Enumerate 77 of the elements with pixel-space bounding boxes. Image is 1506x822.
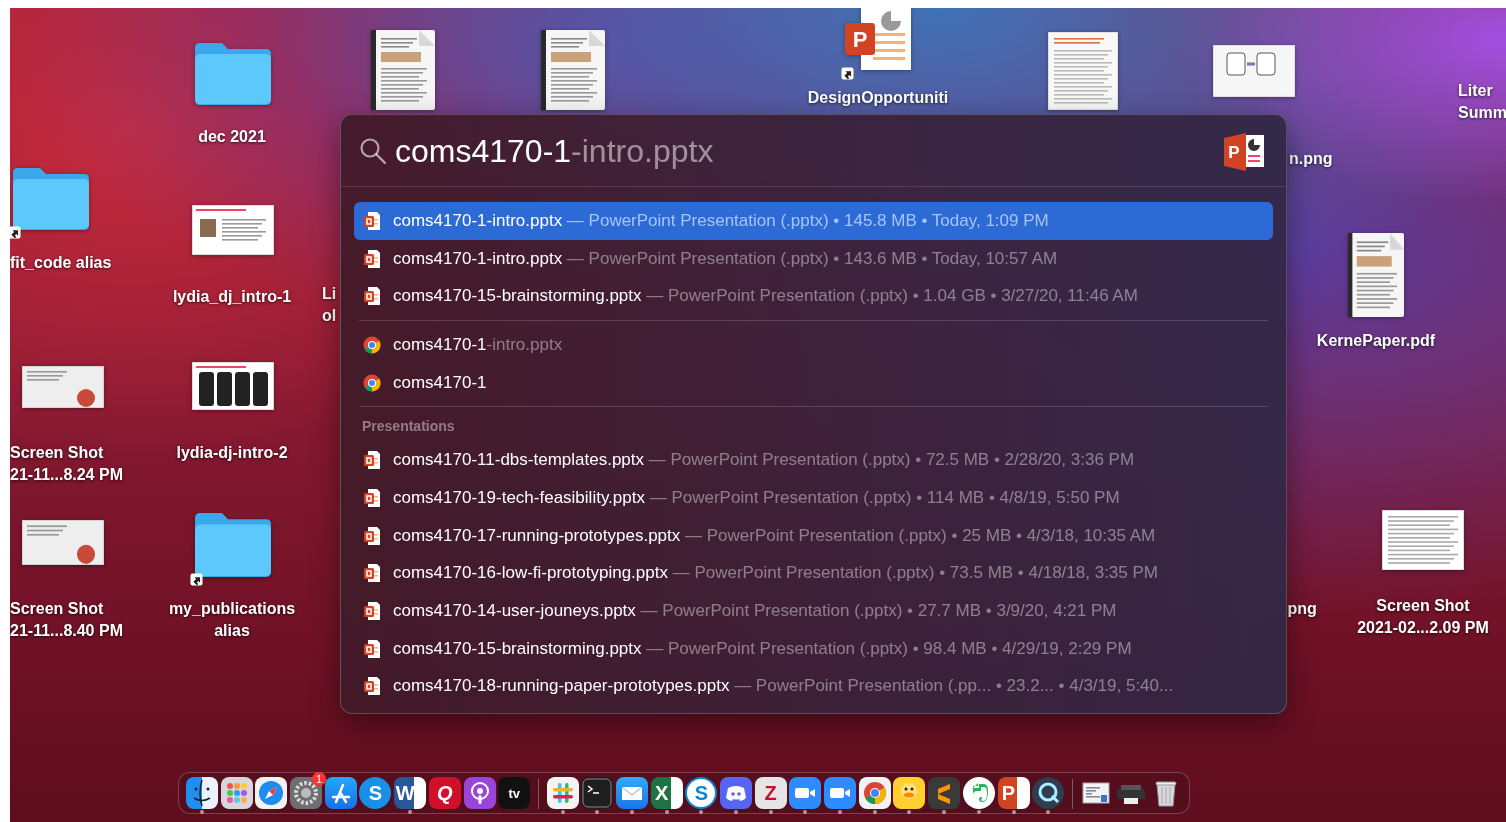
app-store-icon[interactable]: [324, 777, 357, 809]
presentation-file-icon: [363, 450, 381, 471]
browser-icon: [363, 334, 381, 355]
video-camera-icon[interactable]: [789, 777, 822, 809]
hash-icon[interactable]: [546, 777, 579, 809]
icon-label: KernePaper.pdf: [1315, 331, 1437, 351]
search-result[interactable]: coms4170-19-tech-feasibility.pptx — PowerPoint Presentation (.pptx) • 114 MB • 4/8/19, 5:50 PM: [354, 479, 1273, 517]
search-result[interactable]: coms4170-16-low-fi-prototyping.pptx — PowerPoint Presentation (.pptx) • 73.5 MB • 4/18/18, 3:35 PM: [354, 554, 1273, 593]
search-result[interactable]: coms4170-14-user-jouneys.pptx — PowerPoint Presentation (.pptx) • 27.7 MB • 3/9/20, 4:21 PM: [354, 592, 1273, 630]
folder-icon[interactable]: [192, 40, 274, 106]
document-thumbnail[interactable]: [541, 30, 605, 110]
podcast-icon[interactable]: [463, 777, 496, 809]
search-result[interactable]: coms4170-15-brainstorming.pptx — PowerPoint Presentation (.pptx) • 1.04 GB • 3/27/20, 11:46 AM: [354, 277, 1273, 316]
letter-q-icon[interactable]: Q: [428, 777, 461, 809]
p-presentation-icon[interactable]: P: [997, 777, 1030, 809]
icon-label: Screen Shot 2021-02...2.09 PM: [1356, 596, 1490, 638]
folder-icon[interactable]: [192, 510, 274, 578]
terminal-icon[interactable]: [581, 777, 614, 809]
presentation-file-icon: [363, 601, 381, 622]
icon-label: DesignOpportuniti: [806, 88, 950, 108]
screenshot-thumbnail[interactable]: [1382, 510, 1464, 570]
diagram-thumbnail[interactable]: [1213, 45, 1295, 97]
search-result[interactable]: coms4170-11-dbs-templates.pptx — PowerPoint Presentation (.pptx) • 72.5 MB • 2/28/20, 3:36 PM: [354, 441, 1273, 480]
slide-thumbnail[interactable]: [192, 362, 274, 410]
presentation-file-icon: [363, 676, 381, 697]
screenshot-thumbnail[interactable]: [22, 366, 104, 408]
x-spreadsheet-icon[interactable]: X: [650, 777, 683, 809]
search-result[interactable]: coms4170-17-running-prototypes.pptx — PowerPoint Presentation (.pptx) • 25 MB • 4/3/18, 10:35 AM: [354, 516, 1273, 555]
video-camera-icon[interactable]: [824, 777, 857, 809]
document-thumbnail[interactable]: [1348, 233, 1404, 317]
icon-label: n.png: [1289, 149, 1334, 169]
icon-label: Screen Shot 21-11...8.24 PM: [10, 443, 124, 485]
icon-label: lydia-dj-intro-2: [175, 443, 289, 463]
slide-thumbnail[interactable]: [192, 205, 274, 255]
compass-icon[interactable]: [255, 777, 288, 809]
game-controller-icon[interactable]: [720, 777, 752, 809]
gear-icon[interactable]: [290, 777, 323, 809]
icon-label: fit_code alias: [10, 253, 113, 273]
icon-label: Liter Summ: [1458, 81, 1506, 123]
presentation-file-icon: [363, 563, 381, 584]
search-result[interactable]: coms4170-18-running-paper-prototypes.pptx — PowerPoint Presentation (.pp... • 23.2... • 4/3/19, 5:40...: [354, 667, 1273, 706]
presentation-file-icon: [363, 286, 381, 307]
search-result[interactable]: coms4170-1: [354, 363, 1273, 402]
search-icon: [359, 136, 387, 165]
document-thumbnail[interactable]: [371, 30, 435, 110]
presentation-file-icon: [363, 210, 381, 231]
smiling-face-icon[interactable]: [186, 777, 218, 809]
presentation-file-icon: [363, 525, 381, 546]
folder-icon[interactable]: [10, 165, 92, 231]
q-lens-icon[interactable]: [1032, 777, 1065, 809]
search-result[interactable]: coms4170-1-intro.pptx: [354, 326, 1273, 364]
app-grid-icon[interactable]: [220, 777, 253, 809]
icon-label: my_publications alias: [167, 599, 297, 641]
presentation-file-icon: [363, 638, 381, 659]
icon-label: .png: [1283, 599, 1318, 619]
notification-badge: 1: [312, 772, 327, 786]
document-thumbnail[interactable]: [1048, 32, 1118, 110]
letter-z-icon[interactable]: Z: [754, 777, 787, 809]
icon-label: lydia_dj_intro-1: [171, 287, 293, 307]
screenshot-thumbnail[interactable]: [22, 520, 104, 565]
search-result[interactable]: coms4170-15-brainstorming.pptx — PowerPoint Presentation (.pptx) • 98.4 MB • 4/29/19, 2:29 PM: [354, 629, 1273, 668]
browser-icon[interactable]: [858, 777, 891, 809]
letter-s-icon[interactable]: S: [685, 777, 718, 809]
search-result[interactable]: coms4170-1-intro.pptx — PowerPoint Presentation (.pptx) • 143.6 MB • Today, 10:57 AM: [354, 239, 1273, 278]
icon-label: Screen Shot 21-11...8.40 PM: [10, 599, 124, 641]
envelope-icon[interactable]: [615, 777, 648, 809]
tv-app-icon[interactable]: tv: [498, 777, 531, 809]
presentation-file-icon: [363, 487, 381, 508]
icon-label: Li ol: [322, 284, 338, 326]
duck-icon[interactable]: [893, 777, 926, 809]
presentation-file-icon: [363, 248, 381, 269]
section-header: Presentations: [362, 417, 456, 437]
search-field[interactable]: coms4170-1-intro.pptx: [395, 130, 1214, 171]
icon-label: dec 2021: [197, 127, 267, 147]
search-result[interactable]: coms4170-1-intro.pptx — PowerPoint Presentation (.pptx) • 145.8 MB • Today, 1:09 PM: [354, 202, 1273, 240]
browser-icon: [363, 372, 381, 393]
w-document-icon[interactable]: W: [394, 777, 427, 809]
